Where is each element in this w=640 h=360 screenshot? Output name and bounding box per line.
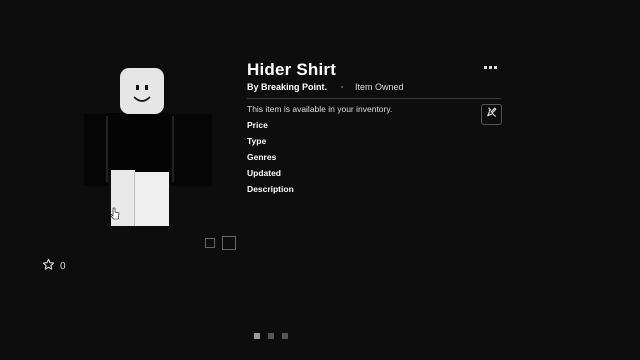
page-dot[interactable]	[282, 333, 288, 339]
availability-text: This item is available in your inventory…	[247, 104, 393, 114]
ownership-status: Item Owned	[355, 82, 404, 92]
avatar-seam	[172, 116, 174, 182]
type-label: Type	[247, 136, 267, 146]
avatar-face-icon	[133, 85, 151, 102]
item-title: Hider Shirt	[247, 60, 337, 79]
favorite-count: 0	[60, 260, 66, 272]
creator-link[interactable]: By Breaking Point.	[247, 82, 327, 92]
more-icon[interactable]	[484, 66, 497, 69]
avatar-head	[120, 68, 164, 114]
avatar-right-leg	[135, 172, 169, 226]
item-byline: By Breaking Point. Item Owned	[247, 82, 404, 92]
page-indicator	[254, 333, 288, 339]
avatar-left-arm	[84, 114, 108, 186]
view-3d-icon[interactable]	[222, 236, 236, 250]
avatar-seam	[106, 116, 108, 182]
favorite-button[interactable]: 0	[42, 258, 66, 274]
updated-label: Updated	[247, 168, 281, 178]
page-dot[interactable]	[268, 333, 274, 339]
view-2d-icon[interactable]	[205, 238, 215, 248]
avatar-leg-divider	[134, 172, 135, 226]
separator-dot	[341, 86, 344, 88]
description-label: Description	[247, 184, 294, 194]
avatar-right-arm	[170, 114, 212, 186]
cursor-icon	[110, 207, 120, 223]
divider	[247, 98, 501, 99]
genres-label: Genres	[247, 152, 277, 162]
star-icon	[42, 258, 55, 274]
avatar-torso	[108, 113, 170, 174]
avatar-preview[interactable]	[84, 66, 216, 230]
page-dot[interactable]	[254, 333, 260, 339]
edit-avatar-icon	[485, 106, 498, 124]
edit-avatar-button[interactable]	[481, 104, 502, 125]
price-label: Price	[247, 120, 268, 130]
